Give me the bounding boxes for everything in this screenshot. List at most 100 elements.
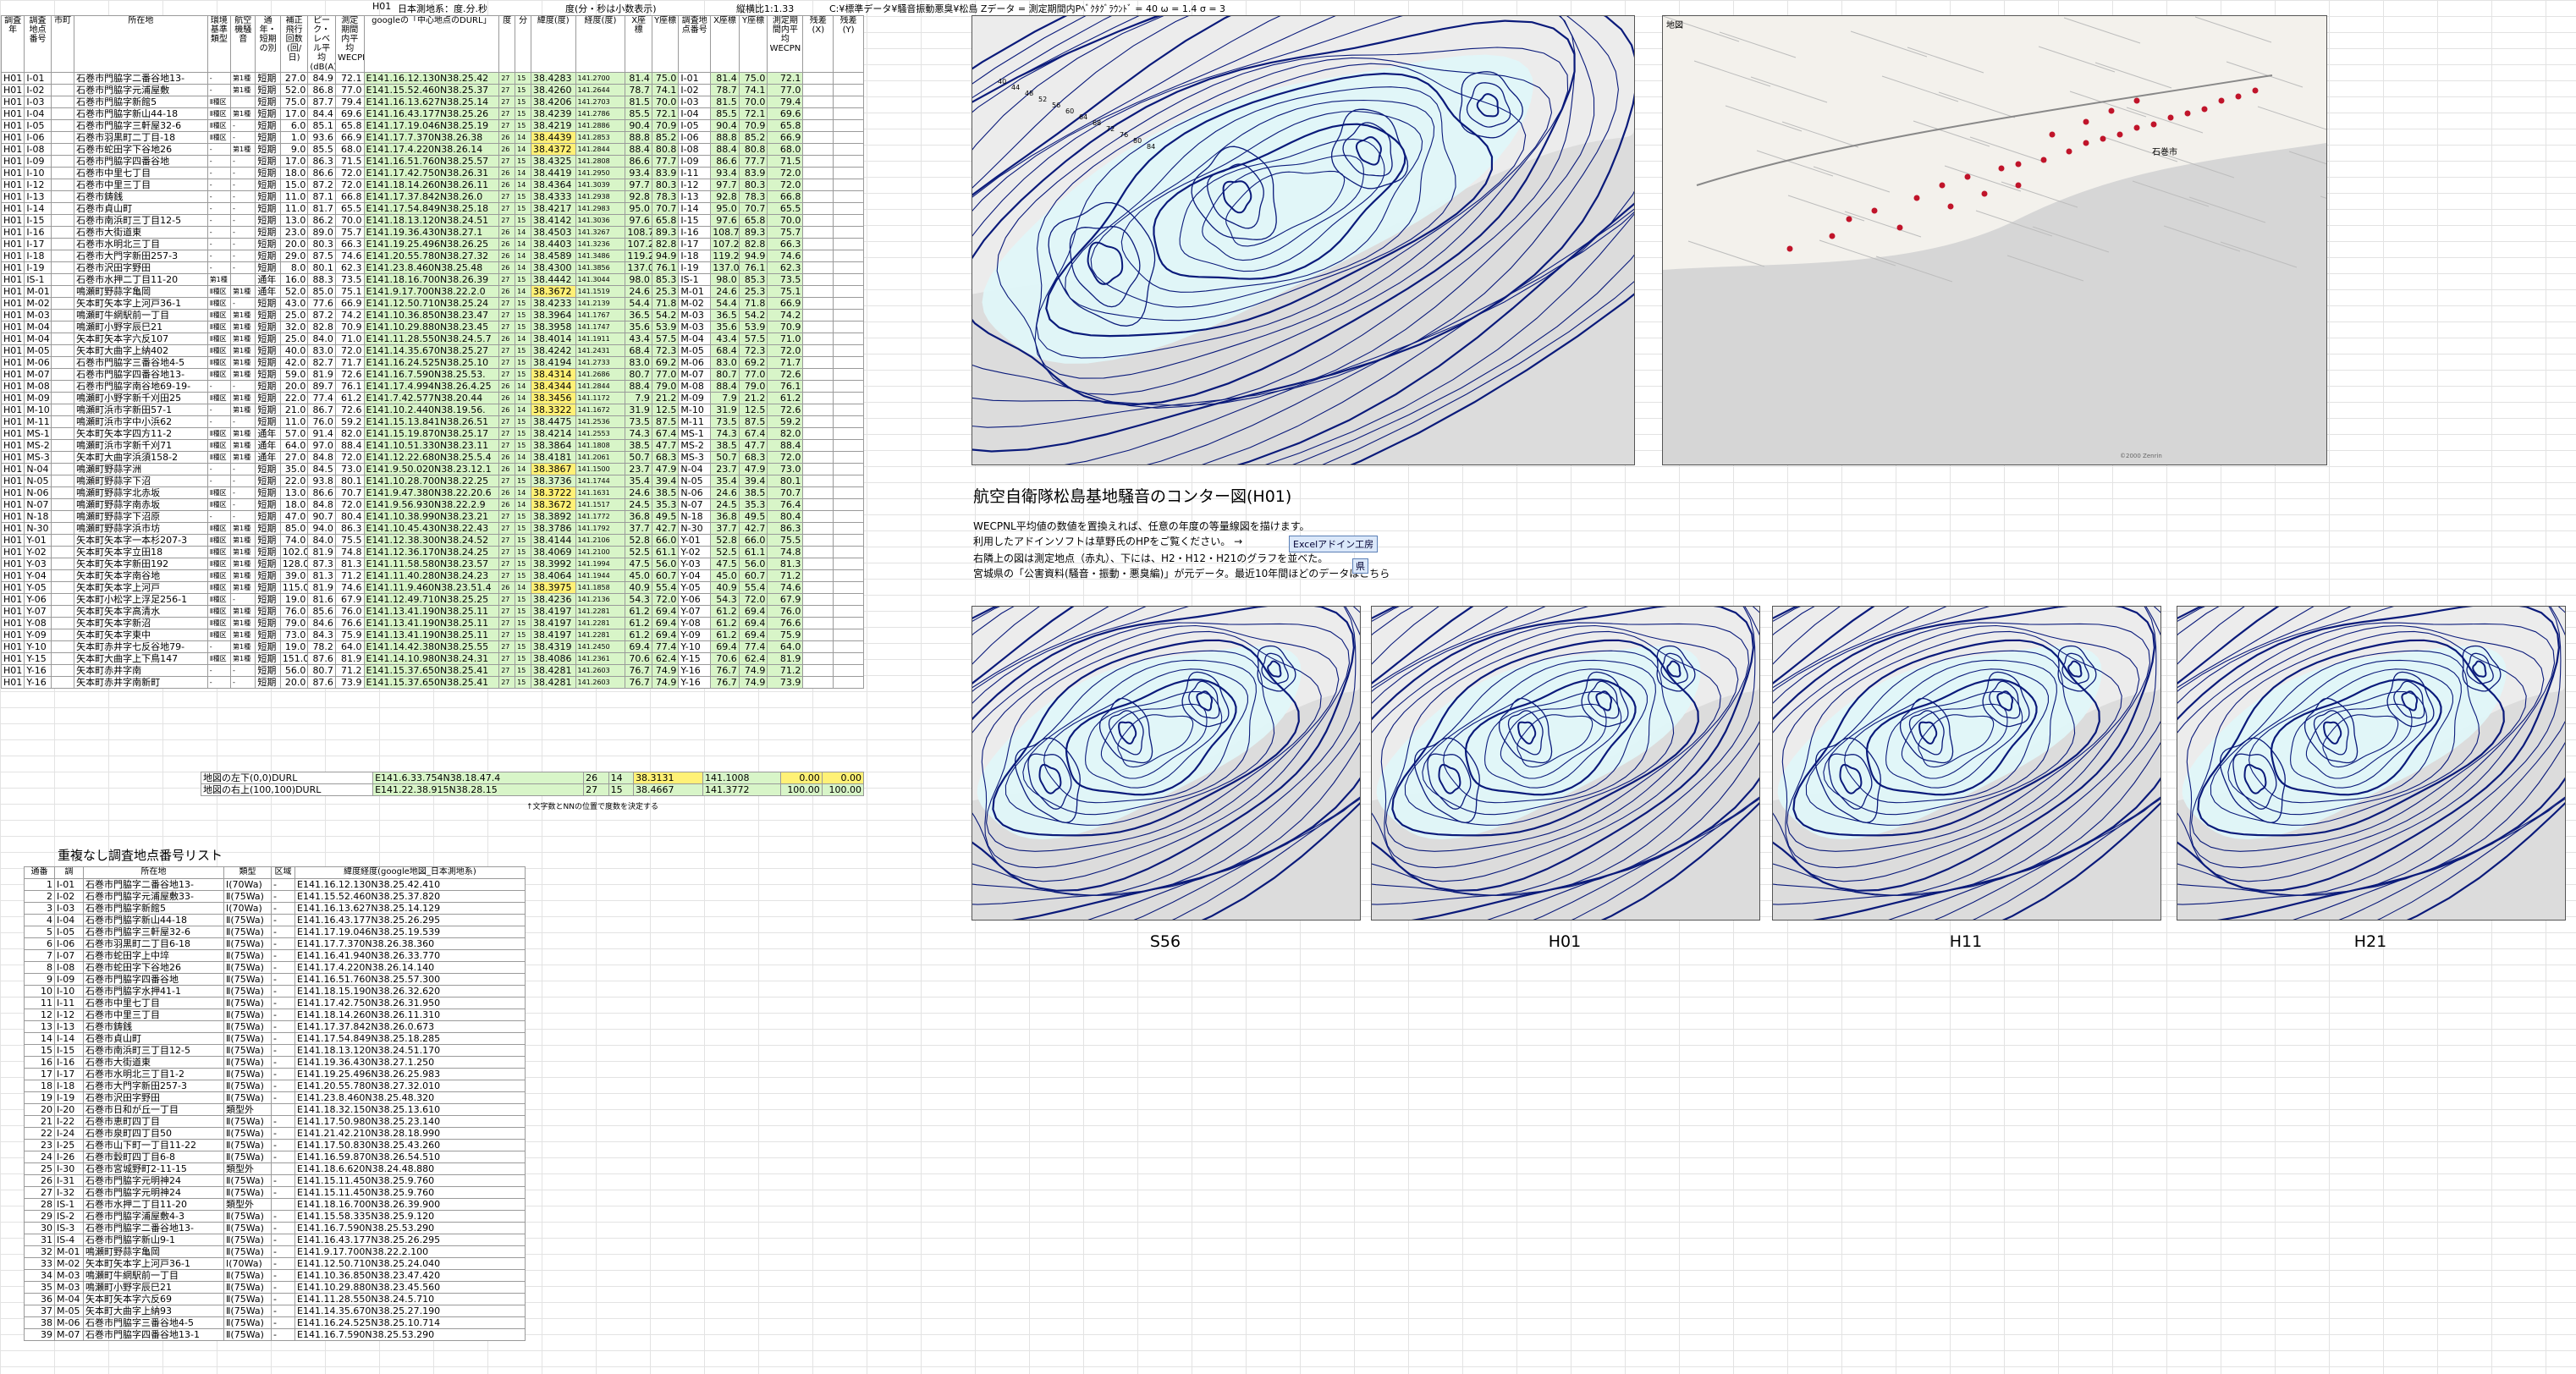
table-cell[interactable]: 141.2061 [575,451,626,464]
table-cell[interactable]: 81.3 [334,558,365,570]
table-cell[interactable]: 14 [515,486,532,499]
table-cell[interactable]: 短期 [255,652,281,665]
dedup-cell[interactable]: Ⅱ(75Wa) [223,985,272,998]
table-cell[interactable]: - [206,202,232,215]
table-cell[interactable]: 石巻市羽黒町二丁目-18 [74,131,208,144]
table-cell[interactable]: H01 [0,368,25,381]
table-row[interactable]: H01 Y-02 矢本町矢本字立田18 Ⅱ種区 第1種 短期 102.0 81.9 74.8 E1… [0,546,864,558]
table-cell[interactable]: 39.4 [738,475,768,487]
dedup-cell[interactable]: Ⅰ(70Wa) [223,1257,272,1270]
table-cell[interactable]: I-18 [678,250,712,262]
dedup-cell[interactable]: Ⅱ(75Wa) [223,1210,272,1223]
table-cell[interactable]: Ⅱ種区 [206,581,232,594]
table-cell[interactable]: 26 [498,250,516,262]
table-cell[interactable]: H01 [0,498,25,511]
table-cell[interactable]: 26 [498,498,516,511]
table-cell[interactable]: 74.6 [767,581,804,594]
table-cell[interactable]: 141.2644 [575,84,626,96]
table-cell[interactable]: 38.4181 [531,451,576,464]
dedup-cell[interactable]: I-25 [54,1139,84,1151]
table-cell[interactable]: 85.2 [738,131,768,144]
table-cell[interactable]: 81.4 [710,72,740,85]
table-cell[interactable]: 短期 [255,96,281,108]
table-cell[interactable] [50,475,75,487]
table-cell[interactable]: 38.4217 [531,202,576,215]
table-cell[interactable]: 69.2 [738,356,768,369]
dedup-cell[interactable]: I-18 [54,1080,84,1092]
table-cell[interactable]: - [229,380,256,393]
table-cell[interactable]: 15 [515,84,532,96]
table-cell[interactable]: 38.4372 [531,143,576,156]
table-cell[interactable]: - [229,475,256,487]
table-cell[interactable]: 61.2 [767,392,804,404]
table-cell[interactable]: 20.0 [279,380,309,393]
table-cell[interactable]: E141.14.42.380N38.25.55 [363,640,500,653]
table-cell[interactable]: 141.2281 [575,629,626,641]
table-cell[interactable]: 141.2281 [575,605,626,618]
table-cell[interactable]: 石巻市門脇字三軒屋32-6 [74,119,208,132]
table-cell[interactable]: 62.4 [651,652,680,665]
table-cell[interactable]: Y-09 [24,629,52,641]
table-cell[interactable]: 141.2950 [575,167,626,179]
dedup-cell[interactable]: 石巻市門脇字三軒屋32-6 [83,926,224,938]
table-cell[interactable]: M-06 [678,356,712,369]
residual-cell[interactable] [802,119,834,132]
dedup-cell[interactable]: - [271,1328,295,1341]
dedup-cell[interactable]: 石巻市羽黒町二丁目6-18 [83,937,224,950]
table-cell[interactable]: 35.6 [625,321,652,333]
table-cell[interactable]: 36.5 [625,309,652,322]
table-cell[interactable]: M-02 [678,297,712,310]
table-cell[interactable]: Ⅱ種区 [206,119,232,132]
dedup-cell[interactable]: Ⅱ(75Wa) [223,973,272,986]
table-cell[interactable]: 43.0 [279,297,309,310]
table-cell[interactable]: 26 [498,167,516,179]
table-cell[interactable]: 短期 [255,676,281,689]
dedup-cell[interactable]: I-08 [54,961,84,974]
table-cell[interactable]: - [229,261,256,274]
table-cell[interactable]: Ⅱ種区 [206,96,232,108]
table-cell[interactable]: 141.2603 [575,676,626,689]
dedup-cell[interactable]: E141.10.36.850N38.23.47.420 [294,1269,526,1282]
dedup-cell[interactable]: - [271,890,295,903]
table-cell[interactable]: 85.0 [307,285,336,298]
table-cell[interactable]: I-01 [24,72,52,85]
table-cell[interactable]: 第1種 [229,629,256,641]
table-cell[interactable]: 矢本町矢本字東中 [74,629,208,641]
table-cell[interactable]: - [206,226,232,239]
table-cell[interactable]: 141.2100 [575,546,626,558]
table-cell[interactable]: Y-04 [678,569,712,582]
table-cell[interactable]: 73.0 [767,463,804,475]
residual-cell[interactable] [833,629,864,641]
table-cell[interactable]: 14 [515,392,532,404]
table-row[interactable]: H01 Y-16 矢本町赤井字南新町 - - 短期 20.0 87.6 73.9 E141.15.… [0,676,864,689]
table-cell[interactable]: I-13 [24,190,52,203]
table-cell[interactable]: 72.0 [767,167,804,179]
table-cell[interactable]: 72.6 [334,368,365,381]
table-row[interactable]: H01 Y-09 矢本町矢本字東中 Ⅱ種区 第1種 短期 73.0 84.3 75.9 E141.… [0,629,864,641]
table-cell[interactable]: 93.8 [307,475,336,487]
dedup-cell[interactable]: E141.15.52.460N38.25.37.820 [294,890,526,903]
table-cell[interactable]: 61.2 [710,617,740,629]
dedup-row[interactable]: 9 I-09 石巻市門脇字四番谷地 Ⅱ(75Wa) - E141.16.51.760N38… [24,973,526,986]
dedup-cell[interactable]: Ⅱ(75Wa) [223,1222,272,1234]
table-cell[interactable]: 第1種 [229,344,256,357]
table-cell[interactable]: 74.6 [334,581,365,594]
dedup-row[interactable]: 29 IS-2 石巻市門脇字浦屋敷4-3 Ⅱ(75Wa) - E141.15.58.335… [24,1210,526,1223]
table-cell[interactable]: 25.3 [738,285,768,298]
table-cell[interactable]: 鳴瀬町浜市字中小浜62 [74,415,208,428]
table-cell[interactable]: 137.0 [710,261,740,274]
table-cell[interactable]: - [229,238,256,250]
table-cell[interactable]: 第1種 [229,107,256,120]
table-cell[interactable]: I-03 [678,96,712,108]
table-row[interactable]: H01 Y-15 矢本町大曲字上下鳥147 Ⅱ種区 第1種 短期 151.0 87.6 81.9… [0,652,864,665]
table-cell[interactable]: 81.6 [307,593,336,606]
table-cell[interactable]: 矢本町大曲字上納402 [74,344,208,357]
table-cell[interactable]: Y-07 [678,605,712,618]
table-cell[interactable]: H01 [0,321,25,333]
table-cell[interactable]: M-10 [678,404,712,416]
table-cell[interactable]: 21.2 [738,392,768,404]
dedup-cell[interactable]: 石巻市水明北三丁目1-2 [83,1068,224,1080]
dedup-cell[interactable]: 23 [24,1139,55,1151]
table-cell[interactable]: 65.5 [334,202,365,215]
table-cell[interactable]: 69.4 [651,605,680,618]
